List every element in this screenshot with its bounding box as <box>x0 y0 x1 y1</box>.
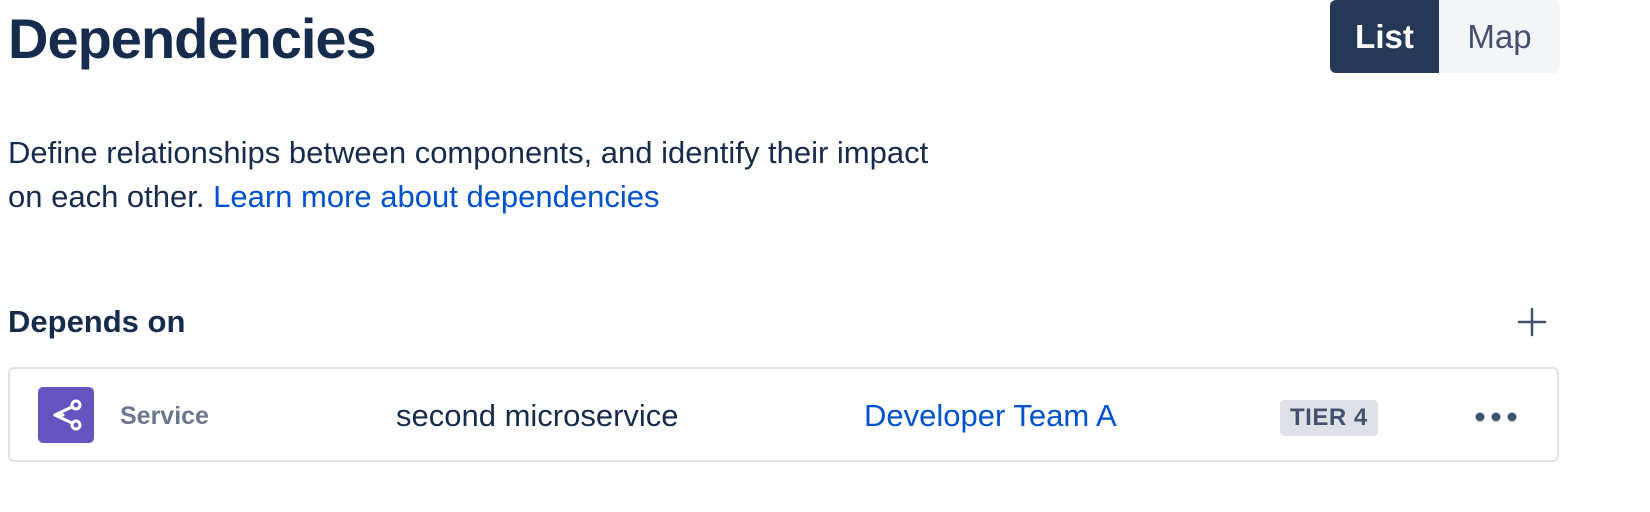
dependency-row: Service second microservice Developer Te… <box>8 367 1559 462</box>
tier-badge: TIER 4 <box>1280 400 1378 436</box>
add-dependency-button[interactable] <box>1510 300 1554 344</box>
map-view-button[interactable]: Map <box>1439 0 1560 73</box>
description: Define relationships between components,… <box>8 131 948 219</box>
owner-team-link[interactable]: Developer Team A <box>864 397 1117 435</box>
component-name[interactable]: second microservice <box>396 397 679 435</box>
service-icon <box>38 387 94 443</box>
more-actions-button[interactable] <box>1466 397 1526 437</box>
dependencies-page: Dependencies List Map Define relationshi… <box>0 0 1650 512</box>
more-icon <box>1475 412 1517 422</box>
learn-more-link[interactable]: Learn more about dependencies <box>213 179 659 214</box>
view-toggle: List Map <box>1330 0 1560 73</box>
depends-on-title: Depends on <box>8 304 186 339</box>
component-type: Service <box>120 402 209 430</box>
list-view-button[interactable]: List <box>1330 0 1439 73</box>
page-title: Dependencies <box>8 7 377 70</box>
plus-icon <box>1517 307 1547 337</box>
